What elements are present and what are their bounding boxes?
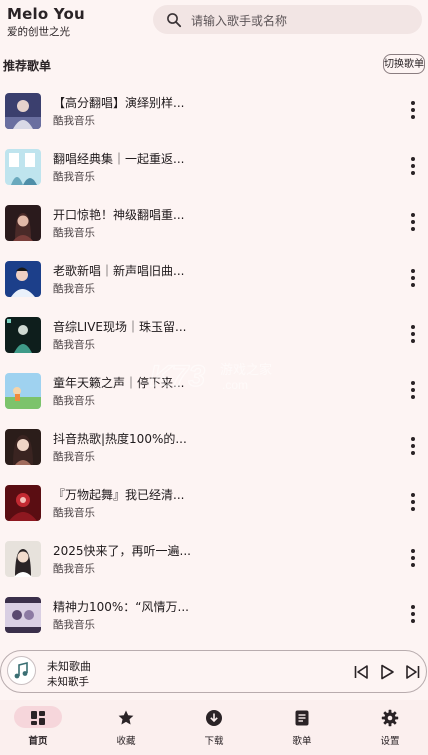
playlist-source: 酷我音乐 <box>53 171 95 183</box>
nav-item-download[interactable]: 下载 <box>176 700 262 755</box>
playlist-title: 2025快来了，再听一遍... <box>53 544 191 558</box>
list-item[interactable]: 翻唱经典集｜一起重返... 酷我音乐 <box>0 138 428 194</box>
nav-item-playlist[interactable]: 歌单 <box>264 700 350 755</box>
playlist-source: 酷我音乐 <box>53 507 95 519</box>
more-options-icon[interactable] <box>402 154 424 178</box>
list-item[interactable]: 音综LIVE现场｜珠玉留... 酷我音乐 <box>0 306 428 362</box>
playlist-title: 精神力100%：“风情万... <box>53 600 189 614</box>
list-item[interactable]: 『万物起舞』我已经清... 酷我音乐 <box>0 474 428 530</box>
playlist-source: 酷我音乐 <box>53 563 95 575</box>
current-song-artist: 未知歌手 <box>47 676 89 688</box>
more-options-icon[interactable] <box>402 602 424 626</box>
search-icon <box>167 13 182 28</box>
list-item[interactable]: 【高分翻唱】演绎别样... 酷我音乐 <box>0 82 428 138</box>
playlist-title: 【高分翻唱】演绎别样... <box>53 96 185 110</box>
nav-label-download: 下载 <box>204 736 224 747</box>
star-icon <box>118 710 134 725</box>
nav-label-settings: 设置 <box>380 736 400 747</box>
playlist-icon <box>295 710 309 726</box>
list-item[interactable]: 老歌新唱｜新声唱旧曲... 酷我音乐 <box>0 250 428 306</box>
more-options-icon[interactable] <box>402 546 424 570</box>
gear-icon <box>381 709 399 727</box>
bottom-navigation: 首页 收藏 下载 歌单 设置 <box>0 700 428 755</box>
home-icon <box>31 711 45 725</box>
next-icon[interactable] <box>404 663 422 681</box>
playlist-title: 音综LIVE现场｜珠玉留... <box>53 320 187 334</box>
more-options-icon[interactable] <box>402 210 424 234</box>
nav-label-home: 首页 <box>28 736 48 747</box>
app-subtitle: 爱的创世之光 <box>7 26 70 38</box>
playlist-source: 酷我音乐 <box>53 283 95 295</box>
search-input[interactable]: 请输入歌手或名称 <box>153 5 422 34</box>
more-options-icon[interactable] <box>402 98 424 122</box>
playlist-title: 翻唱经典集｜一起重返... <box>53 152 185 166</box>
list-item[interactable]: 精神力100%：“风情万... 酷我音乐 <box>0 586 428 642</box>
playlist-title: 『万物起舞』我已经清... <box>53 488 185 502</box>
app-header: Melo You 爱的创世之光 请输入歌手或名称 <box>0 0 428 46</box>
playlist-cover <box>5 149 41 185</box>
previous-icon[interactable] <box>352 663 370 681</box>
nav-item-settings[interactable]: 设置 <box>352 700 428 755</box>
list-item[interactable]: 2025快来了，再听一遍... 酷我音乐 <box>0 530 428 586</box>
more-options-icon[interactable] <box>402 434 424 458</box>
download-icon <box>206 710 222 726</box>
playlist-cover <box>5 485 41 521</box>
play-icon[interactable] <box>378 663 396 681</box>
playlist-source: 酷我音乐 <box>53 451 95 463</box>
search-placeholder: 请输入歌手或名称 <box>191 14 288 28</box>
playlist-title: 开口惊艳！神级翻唱重... <box>53 208 185 222</box>
playlist-cover <box>5 541 41 577</box>
app-title: Melo You <box>7 5 85 23</box>
playlist-title: 老歌新唱｜新声唱旧曲... <box>53 264 185 278</box>
playlist-cover <box>5 93 41 129</box>
mini-player[interactable]: 未知歌曲 未知歌手 <box>0 650 427 693</box>
playlist-source: 酷我音乐 <box>53 227 95 239</box>
playlist-cover <box>5 429 41 465</box>
current-song-title: 未知歌曲 <box>47 660 91 673</box>
playlist-cover <box>5 373 41 409</box>
music-note-icon <box>7 656 36 685</box>
playlist-title: 童年天籁之声｜停下来... <box>53 376 185 390</box>
playlist-cover <box>5 597 41 633</box>
more-options-icon[interactable] <box>402 322 424 346</box>
nav-label-playlist: 歌单 <box>292 736 312 747</box>
playlist-source: 酷我音乐 <box>53 115 95 127</box>
playlist-title: 抖音热歌|热度100%的... <box>53 432 187 446</box>
playlist-source: 酷我音乐 <box>53 395 95 407</box>
playlist-source: 酷我音乐 <box>53 619 95 631</box>
more-options-icon[interactable] <box>402 490 424 514</box>
more-options-icon[interactable] <box>402 378 424 402</box>
playlist-source: 酷我音乐 <box>53 339 95 351</box>
more-options-icon[interactable] <box>402 266 424 290</box>
playlist-cover <box>5 205 41 241</box>
list-item[interactable]: 开口惊艳！神级翻唱重... 酷我音乐 <box>0 194 428 250</box>
list-item[interactable]: 抖音热歌|热度100%的... 酷我音乐 <box>0 418 428 474</box>
list-item[interactable]: 童年天籁之声｜停下来... 酷我音乐 <box>0 362 428 418</box>
playlist-cover <box>5 317 41 353</box>
nav-label-favorites: 收藏 <box>116 736 136 747</box>
section-title: 推荐歌单 <box>3 59 52 73</box>
playlist-cover <box>5 261 41 297</box>
nav-item-favorites[interactable]: 收藏 <box>88 700 174 755</box>
nav-item-home[interactable]: 首页 <box>0 700 86 755</box>
switch-playlist-button[interactable]: 切换歌单 <box>383 54 425 74</box>
